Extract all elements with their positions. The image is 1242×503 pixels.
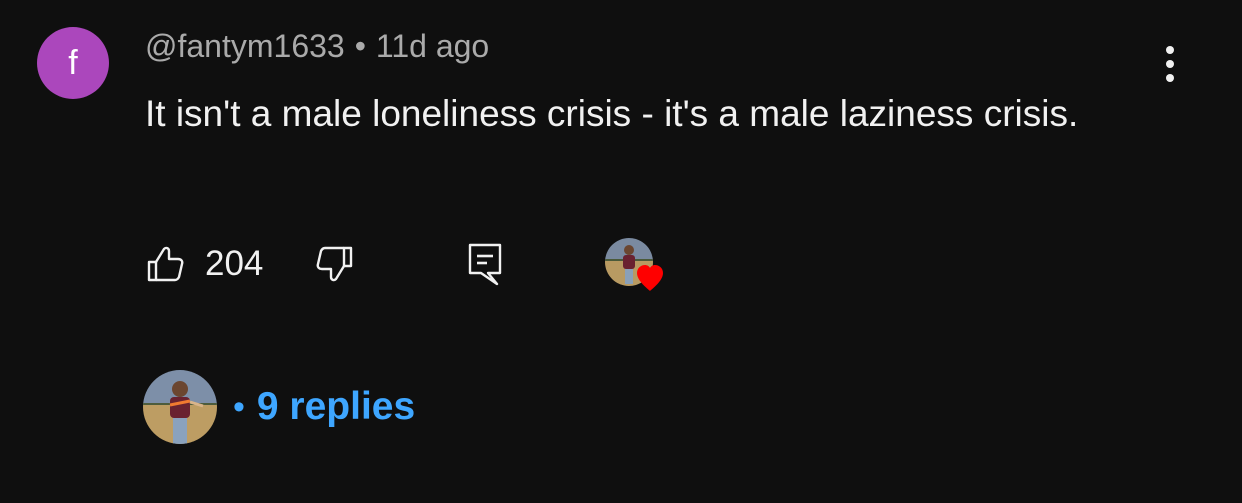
menu-dot [1166, 74, 1174, 82]
comment-reply-icon [468, 243, 502, 286]
comment-actions: 204 [145, 238, 705, 293]
creator-heart-badge [605, 238, 669, 296]
like-count: 204 [205, 244, 264, 283]
heart-icon [637, 265, 663, 291]
menu-dot [1166, 46, 1174, 54]
dislike-button[interactable] [315, 244, 355, 289]
comment-timestamp[interactable]: 11d ago [376, 28, 489, 64]
replies-count[interactable]: 9 replies [257, 385, 415, 429]
author-name[interactable]: @fantym1633 [145, 28, 345, 64]
more-vertical-icon[interactable] [1150, 42, 1190, 86]
author-avatar[interactable]: f [37, 27, 109, 99]
thumbs-up-icon [147, 246, 184, 282]
menu-dot [1166, 60, 1174, 68]
comment-card: f @fantym1633 • 11d ago It isn't a male lo… [0, 0, 1242, 503]
thumbs-down-icon [316, 246, 353, 282]
replier-avatar [143, 370, 217, 444]
view-replies-link[interactable]: • 9 replies [143, 370, 415, 444]
replies-separator: • [233, 387, 245, 426]
like-button[interactable]: 204 [145, 244, 263, 284]
reply-button[interactable] [467, 242, 503, 293]
avatar-letter: f [68, 43, 78, 82]
comment-text: It isn't a male loneliness crisis - it's… [145, 93, 1079, 134]
comment-meta: @fantym1633 • 11d ago [145, 28, 489, 65]
meta-separator: • [354, 28, 366, 64]
